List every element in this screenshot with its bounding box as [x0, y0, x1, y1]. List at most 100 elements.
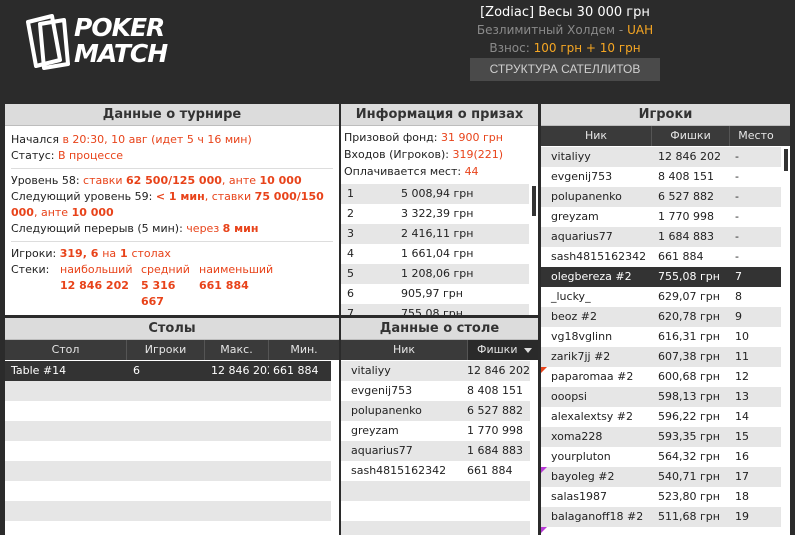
players-scrollbar-thumb[interactable] — [784, 149, 788, 171]
player-row[interactable]: greyzam 1 770 998 - — [541, 207, 781, 227]
col-table[interactable]: Стол — [5, 340, 127, 360]
players-scrollbar[interactable] — [781, 147, 790, 535]
player-place: - — [735, 250, 739, 263]
players-tables-word: столах — [131, 247, 171, 260]
game-type: Безлимитный Холдем - UAH — [400, 23, 730, 37]
satellite-structure-button[interactable]: СТРУКТУРА САТЕЛЛИТОВ — [470, 58, 660, 81]
player-row[interactable]: salas1987 523,80 грн 18 — [541, 487, 781, 507]
seat-nick: aquarius77 — [351, 444, 413, 457]
prize-place: 6 — [347, 287, 354, 300]
table-data-scrollbar[interactable] — [530, 361, 538, 535]
sort-down-icon — [524, 348, 532, 353]
next-break-word: через — [186, 222, 223, 235]
tournament-title: [Zodiac] Весы 30 000 грн — [480, 5, 650, 20]
flag-marker-icon — [541, 367, 547, 373]
player-row[interactable]: xoma228 593,35 грн 15 — [541, 427, 781, 447]
player-chips: 564,32 грн — [658, 450, 720, 463]
player-nick: yourpluton — [551, 450, 611, 463]
table-row[interactable]: Table #14 6 12 846 202 661 884 — [5, 361, 331, 381]
seat-row-empty — [341, 481, 530, 501]
player-row[interactable]: alexalextsy #2 596,22 грн 14 — [541, 407, 781, 427]
player-nick: evgenij753 — [551, 170, 613, 183]
player-row[interactable]: paparomaa #2 600,68 грн 12 — [541, 367, 781, 387]
player-row-empty — [541, 527, 781, 535]
paid-places-value: 44 — [464, 165, 479, 178]
seat-row[interactable]: greyzam 1 770 998 — [341, 421, 530, 441]
next-level-time: < 1 мин — [155, 190, 205, 203]
divider — [11, 241, 333, 242]
seat-row[interactable]: aquarius77 1 684 883 — [341, 441, 530, 461]
started-value: в 20:30, 10 авг (идет 5 ч 16 мин) — [62, 133, 252, 146]
stack-largest-label: наибольший — [60, 263, 133, 276]
player-place: 14 — [735, 410, 749, 423]
col-players[interactable]: Игроки — [127, 340, 205, 360]
player-row[interactable]: yourpluton 564,32 грн 16 — [541, 447, 781, 467]
table-data-title: Данные о столе — [341, 318, 538, 340]
player-chips: 6 527 882 — [658, 190, 714, 203]
tables-scrollbar[interactable] — [331, 361, 339, 535]
col-max[interactable]: Макс. — [205, 340, 269, 360]
player-nick: vg18vglinn — [551, 330, 613, 343]
status-value: В процессе — [58, 149, 124, 162]
prize-amount: 1 208,06 грн — [401, 267, 474, 280]
player-row[interactable]: sash4815162342 661 884 - — [541, 247, 781, 267]
tournament-info-title: Данные о турнире — [5, 104, 339, 126]
player-place: - — [735, 230, 739, 243]
table-row-empty — [5, 381, 331, 401]
player-row[interactable]: bayoleg #2 540,71 грн 17 — [541, 467, 781, 487]
player-row[interactable]: aquarius77 1 684 883 - — [541, 227, 781, 247]
table-row-empty — [5, 481, 331, 501]
player-row[interactable]: balaganoff18 #2 511,68 грн 19 — [541, 507, 781, 527]
player-chips: 523,80 грн — [658, 490, 720, 503]
table-data-list: vitaliyy 12 846 202 evgenij753 8 408 151 pol… — [341, 361, 530, 535]
player-row[interactable]: ooopsi 598,13 грн 13 — [541, 387, 781, 407]
seat-chips: 1 770 998 — [467, 424, 523, 437]
seat-chips: 661 884 — [467, 464, 513, 477]
prize-place: 4 — [347, 247, 354, 260]
player-row[interactable]: _lucky_ 629,07 грн 8 — [541, 287, 781, 307]
player-nick: zarik7jj #2 — [551, 350, 611, 363]
col-min[interactable]: Мин. — [269, 340, 339, 360]
prize-scrollbar[interactable] — [530, 184, 538, 315]
player-row[interactable]: vitaliyy 12 846 202 - — [541, 147, 781, 167]
players-on-count: , 6 — [82, 247, 103, 260]
table-row-empty — [5, 521, 331, 535]
player-row[interactable]: polupanenko 6 527 882 - — [541, 187, 781, 207]
player-row[interactable]: olegbereza #2 755,08 грн 7 — [541, 267, 781, 287]
status-label: Статус: — [11, 149, 58, 162]
player-row[interactable]: beoz #2 620,78 грн 9 — [541, 307, 781, 327]
player-place: - — [735, 210, 739, 223]
logo-word-poker: POKER — [74, 13, 165, 42]
col-nick[interactable]: Ник — [541, 126, 652, 146]
seat-row[interactable]: evgenij753 8 408 151 — [341, 381, 530, 401]
player-place: 13 — [735, 390, 749, 403]
player-chips: 616,31 грн — [658, 330, 720, 343]
col-chips[interactable]: Фишки — [652, 126, 730, 146]
col-td-nick[interactable]: Ник — [341, 340, 468, 360]
player-nick: paparomaa #2 — [551, 370, 634, 383]
seat-row[interactable]: polupanenko 6 527 882 — [341, 401, 530, 421]
started-line: Начался в 20:30, 10 авг (идет 5 ч 16 мин… — [11, 132, 333, 148]
player-row[interactable]: evgenij753 8 408 151 - — [541, 167, 781, 187]
prize-scrollbar-thumb[interactable] — [532, 186, 536, 216]
seat-row[interactable]: sash4815162342 661 884 — [341, 461, 530, 481]
player-nick: xoma228 — [551, 430, 603, 443]
started-label: Начался — [11, 133, 63, 146]
players-title: Игроки — [541, 104, 790, 126]
tables-list: Table #14 6 12 846 202 661 884 — [5, 361, 331, 535]
next-level-line: Следующий уровень 59: < 1 мин, ставки 75… — [11, 189, 333, 221]
prize-list: 1 5 008,94 грн 2 3 322,39 грн 3 2 416,11 грн 4… — [341, 184, 529, 315]
player-chips: 540,71 грн — [658, 470, 720, 483]
entries-line: Входов (Игроков): 319(221) — [344, 146, 535, 163]
player-row[interactable]: zarik7jj #2 607,38 грн 11 — [541, 347, 781, 367]
table-row-empty — [5, 401, 331, 421]
player-row[interactable]: vg18vglinn 616,31 грн 10 — [541, 327, 781, 347]
seat-row[interactable]: vitaliyy 12 846 202 — [341, 361, 530, 381]
next-level-ante-word: , анте — [33, 206, 72, 219]
prize-amount: 5 008,94 грн — [401, 187, 474, 200]
col-td-chips[interactable]: Фишки — [468, 340, 538, 360]
seat-nick: sash4815162342 — [351, 464, 447, 477]
prize-fund-label: Призовой фонд: — [344, 131, 441, 144]
seat-row-empty — [341, 521, 530, 535]
col-place[interactable]: Место — [730, 126, 782, 146]
